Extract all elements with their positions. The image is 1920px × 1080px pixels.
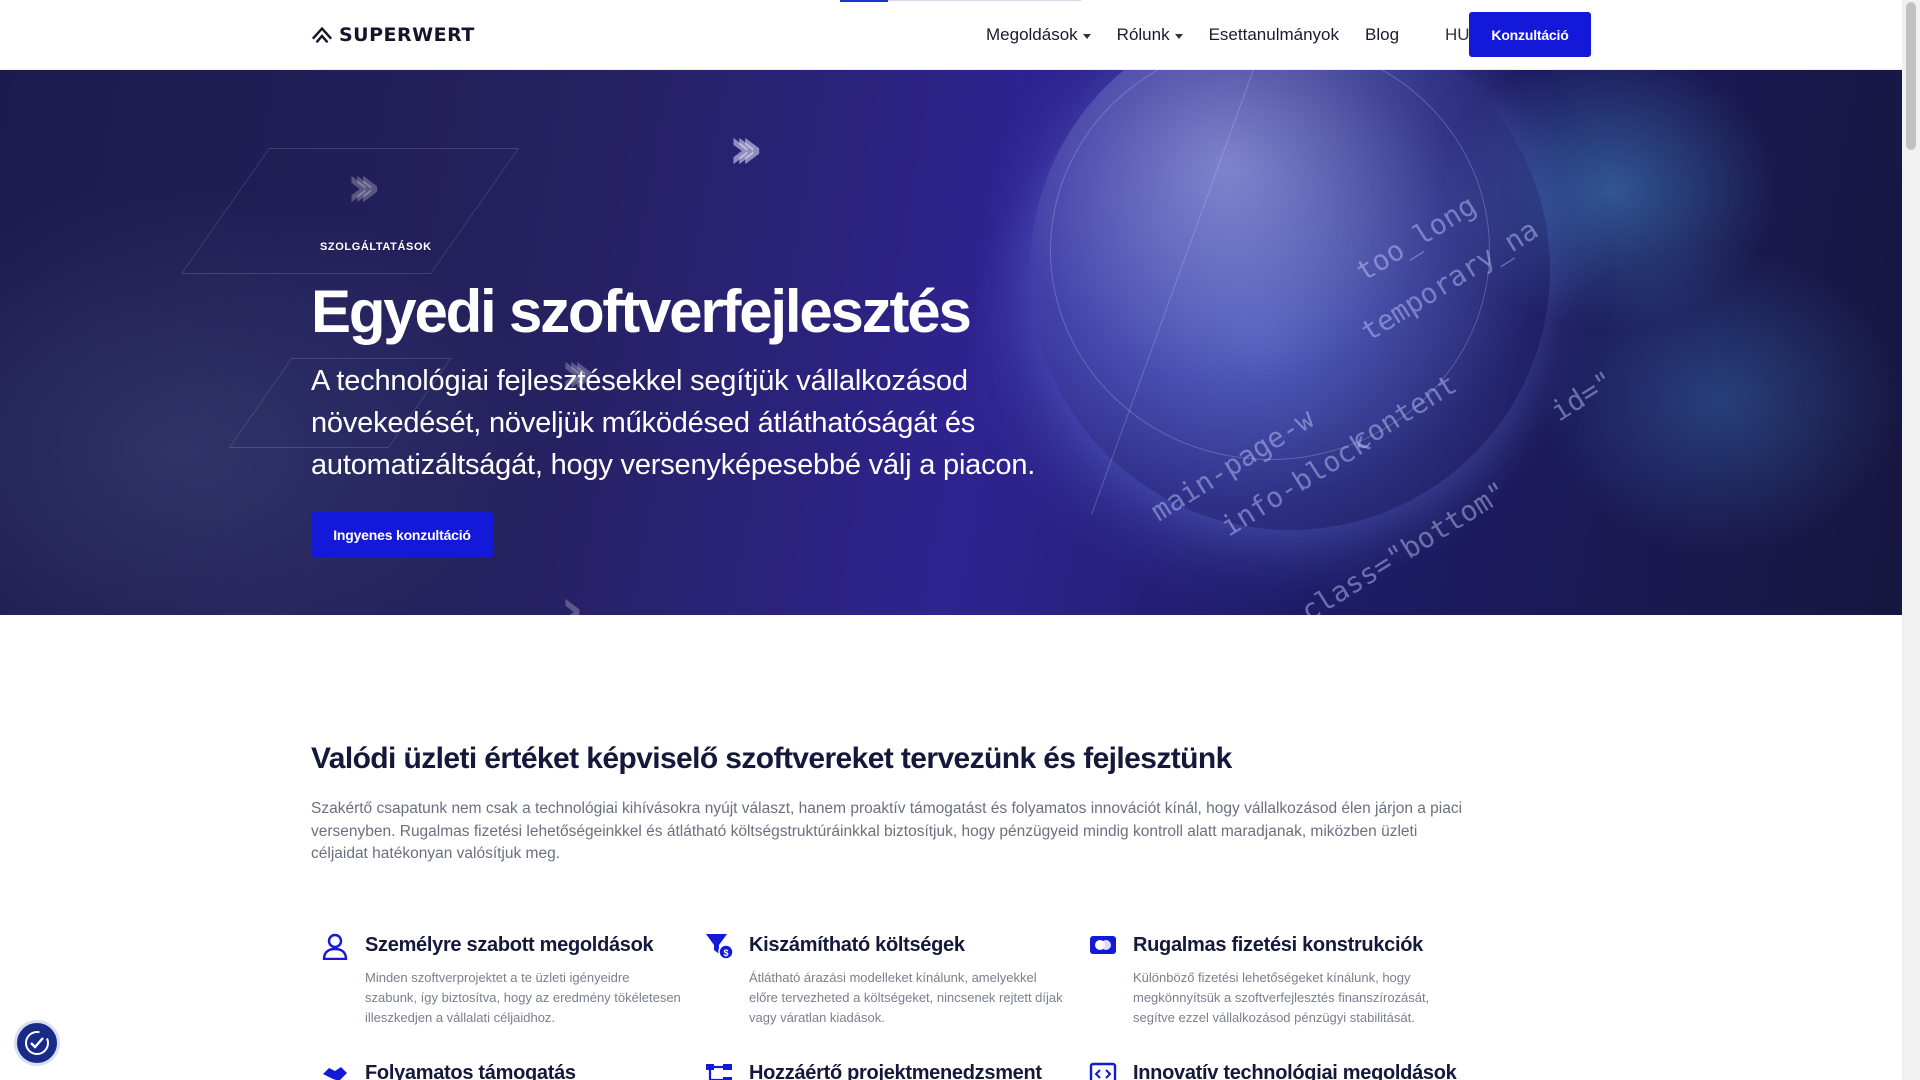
payment-card-icon xyxy=(1090,936,1116,954)
feature-title: Személyre szabott megoldások xyxy=(365,934,654,956)
feature-title: Kiszámítható költségek xyxy=(749,934,965,956)
feature-title: Folyamatos támogatás xyxy=(365,1062,576,1080)
nav-item-label: Rólunk xyxy=(1116,25,1170,44)
feature-title: Innovatív technológiai megoldások xyxy=(1133,1062,1457,1080)
hero-banner: ››› ››› ››› › main-page-w info-block con… xyxy=(0,70,1902,615)
project-tree-icon xyxy=(706,1064,732,1080)
cost-funnel-icon: $ xyxy=(706,934,733,960)
section-description: Szakértő csapatunk nem csak a technológi… xyxy=(311,800,1463,862)
hero-eyebrow: SZOLGÁLTATÁSOK xyxy=(320,241,432,253)
feature-title: Rugalmas fizetési konstrukciók xyxy=(1133,934,1423,956)
feature-description: Átlátható árazási modelleket kínálunk, a… xyxy=(749,970,1063,1025)
consultation-button[interactable]: Konzultáció xyxy=(1469,12,1591,57)
main-menu: Megoldások Rólunk Esettanulmányok Blog H… xyxy=(986,0,1518,70)
chevron-decor-icon: › xyxy=(560,575,584,615)
svg-text:$: $ xyxy=(723,948,728,958)
nav-item-label: Megoldások xyxy=(986,25,1078,44)
nav-item-esettanulmanyok[interactable]: Esettanulmányok xyxy=(1209,25,1339,45)
nav-item-megoldasok[interactable]: Megoldások xyxy=(986,25,1091,45)
section-title: Valódi üzleti értéket képviselő szoftver… xyxy=(311,742,1232,775)
caret-down-icon xyxy=(1082,33,1091,39)
handshake-icon xyxy=(323,1067,347,1080)
code-overlay-text: id=" xyxy=(1545,364,1620,428)
top-navigation: SUPERWERT Megoldások Rólunk Esettanulmán… xyxy=(0,0,1902,70)
page-title: Egyedi szoftverfejlesztés xyxy=(311,278,972,345)
logo-mark-icon xyxy=(311,26,333,44)
page-scrollbar[interactable] xyxy=(1902,0,1920,1080)
feature-description: Különböző fizetési lehetőségeket kínálun… xyxy=(1133,970,1430,1025)
language-switcher[interactable]: HU xyxy=(1445,25,1470,45)
nav-item-blog[interactable]: Blog xyxy=(1365,25,1399,45)
cookie-settings-button[interactable] xyxy=(14,1020,60,1066)
nav-item-label: Esettanulmányok xyxy=(1208,25,1339,44)
user-icon xyxy=(322,933,348,960)
feature-title: Hozzáértő projektmenedzsment xyxy=(749,1062,1042,1080)
scrollbar-thumb[interactable] xyxy=(1906,2,1916,150)
caret-down-icon xyxy=(1174,33,1183,39)
feature-description: Minden szoftverprojektet a te üzleti igé… xyxy=(365,970,681,1025)
cookie-check-icon xyxy=(25,1031,49,1055)
nav-item-rolunk[interactable]: Rólunk xyxy=(1117,25,1183,45)
brand-logo[interactable]: SUPERWERT xyxy=(311,22,475,48)
page-load-indicator xyxy=(840,0,888,2)
hero-subtitle: A technológiai fejlesztésekkel segítjük … xyxy=(311,365,1036,481)
chevron-decor-icon: ››› xyxy=(346,152,381,220)
free-consultation-button[interactable]: Ingyenes konzultáció xyxy=(311,512,493,557)
code-window-icon xyxy=(1089,1062,1117,1080)
nav-item-label: Blog xyxy=(1365,25,1400,44)
chevron-decor-icon: ››› xyxy=(728,114,763,182)
brand-name: SUPERWERT xyxy=(339,24,475,46)
